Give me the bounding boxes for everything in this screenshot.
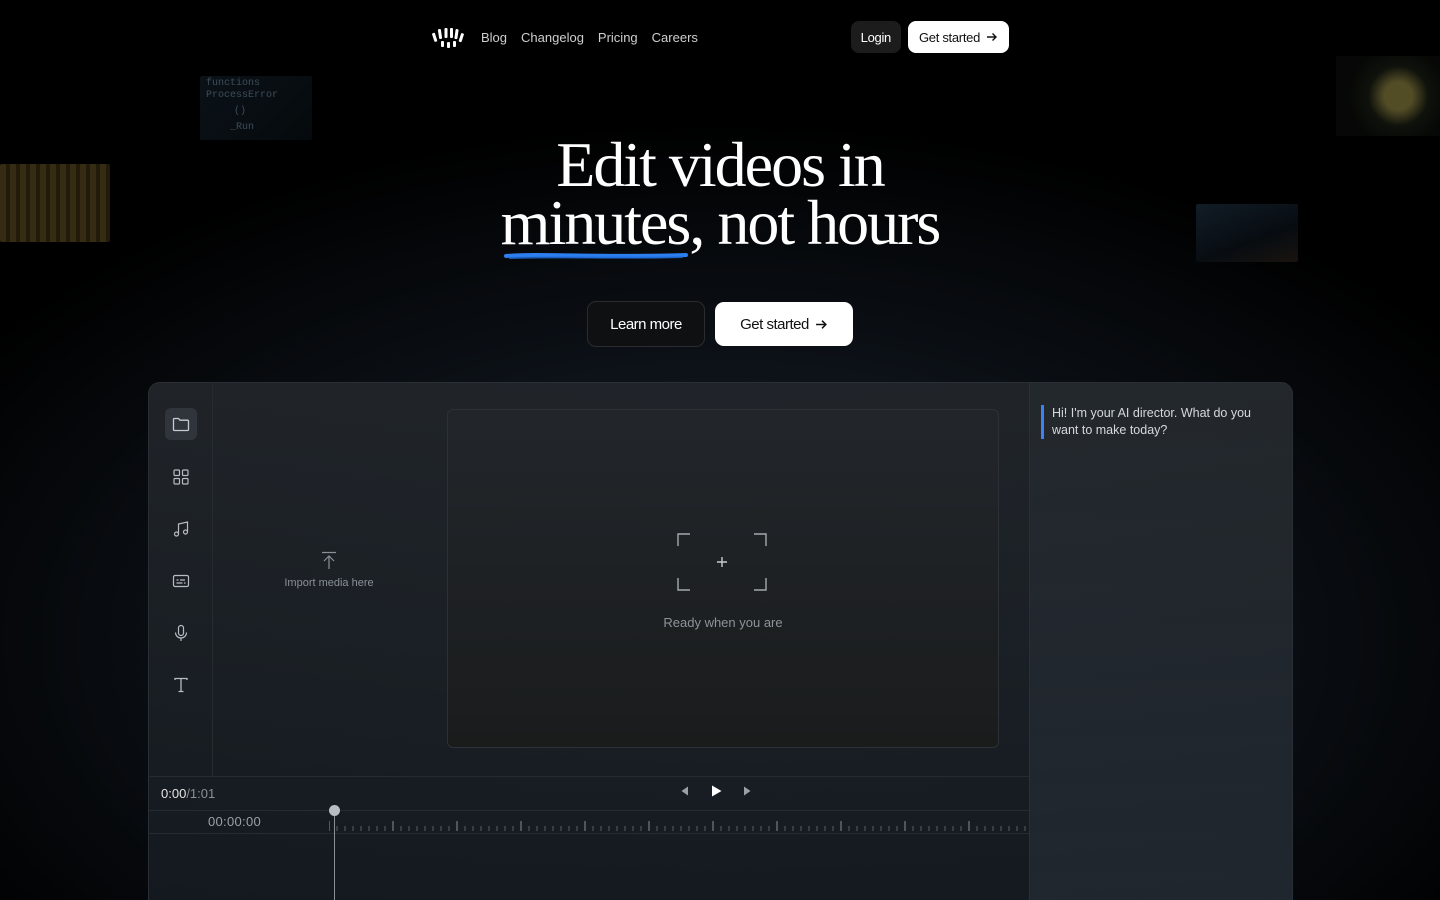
time-display: 0:00/1:01 [161, 786, 215, 801]
editor-window: Import media here Ready when you are Hi!… [148, 382, 1293, 900]
background-worker-thumbnail [1336, 56, 1440, 136]
timecode: 00:00:00 [208, 814, 262, 829]
nav-link-careers[interactable]: Careers [652, 30, 698, 45]
tool-rail [149, 383, 213, 776]
playback-controls [679, 784, 753, 798]
arrow-right-icon [815, 319, 827, 329]
ai-director-chat: Hi! I'm your AI director. What do you wa… [1029, 383, 1292, 900]
hero-title-line2: minutes, not hours [500, 187, 942, 258]
nav-link-blog[interactable]: Blog [481, 30, 507, 45]
timeline-ruler[interactable]: 00:00:00 [149, 810, 1029, 834]
skip-back-icon[interactable] [679, 785, 691, 797]
chat-message: Hi! I'm your AI director. What do you wa… [1041, 405, 1271, 439]
media-pane: Import media here [213, 383, 445, 776]
playhead[interactable] [334, 810, 335, 900]
logo-icon[interactable] [432, 26, 464, 48]
grid-icon[interactable] [165, 461, 197, 493]
music-icon[interactable] [165, 513, 197, 545]
code-line: () [234, 106, 247, 117]
nav-link-changelog[interactable]: Changelog [521, 30, 584, 45]
captions-icon[interactable] [165, 565, 197, 597]
upload-icon [322, 551, 336, 569]
arrow-right-icon [987, 33, 997, 41]
import-media-dropzone[interactable]: Import media here [213, 551, 445, 589]
folder-icon[interactable] [165, 408, 197, 440]
time-current: 0:00 [161, 786, 187, 801]
hero-cta-group: Learn more Get started [587, 301, 853, 347]
nav-get-started-button[interactable]: Get started [907, 21, 1009, 53]
ruler-ticks [329, 821, 1026, 831]
nav-get-started-label: Get started [918, 29, 980, 45]
underline-scribble [504, 253, 688, 259]
add-media-frame-icon [677, 533, 767, 591]
nav-links: Blog Changelog Pricing Careers [481, 30, 698, 45]
microphone-icon[interactable] [165, 617, 197, 649]
background-code-thumbnail: functions ProcessError () _Run [200, 76, 312, 140]
code-line: functions [206, 78, 261, 89]
nav-link-pricing[interactable]: Pricing [598, 30, 638, 45]
skip-forward-icon[interactable] [741, 785, 753, 797]
hero-title: Edit videos in minutes, not hours [0, 133, 1440, 255]
time-total: /1:01 [186, 786, 216, 801]
playhead-handle[interactable] [329, 805, 340, 816]
preview-status: Ready when you are [663, 615, 783, 630]
code-line: _Run [230, 122, 255, 133]
top-nav: Blog Changelog Pricing Careers Login Get… [432, 21, 1009, 53]
video-preview[interactable]: Ready when you are [447, 409, 999, 748]
code-line: ProcessError [206, 90, 279, 101]
transport-bar: 0:00/1:01 [149, 776, 1029, 810]
text-icon[interactable] [165, 669, 197, 701]
learn-more-button[interactable]: Learn more [587, 301, 705, 347]
import-media-label: Import media here [284, 577, 374, 589]
play-icon[interactable] [709, 784, 723, 798]
hero-get-started-label: Get started [740, 315, 809, 333]
nav-actions: Login Get started [850, 21, 1009, 53]
hero-get-started-button[interactable]: Get started [715, 302, 853, 346]
login-button[interactable]: Login [850, 21, 901, 53]
